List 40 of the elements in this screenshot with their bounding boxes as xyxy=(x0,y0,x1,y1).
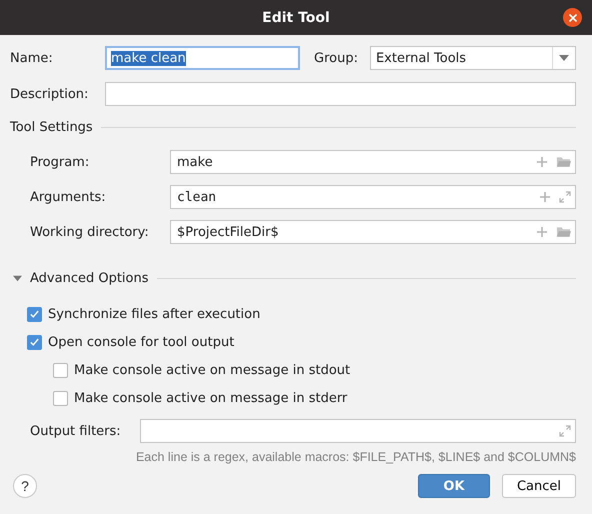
close-icon xyxy=(568,12,578,22)
expand-icon[interactable] xyxy=(559,191,571,203)
input-field[interactable]: clean xyxy=(170,185,576,209)
checkbox-option[interactable]: Synchronize files after execution xyxy=(27,306,260,322)
folder-icon[interactable] xyxy=(556,226,571,238)
input-field[interactable] xyxy=(140,419,576,443)
field-label: Name: xyxy=(10,50,54,66)
field-label: Output filters: xyxy=(30,424,122,438)
dropdown-arrow-icon xyxy=(559,55,569,61)
collapse-arrow-icon[interactable] xyxy=(13,274,22,282)
field-label: Description: xyxy=(10,86,90,102)
plus-icon[interactable] xyxy=(539,191,551,203)
field-label: Program: xyxy=(30,154,90,170)
field-label: Working directory: xyxy=(30,224,150,240)
group-dropdown[interactable]: External Tools xyxy=(370,46,576,70)
input-field[interactable]: make xyxy=(170,150,576,174)
name-field[interactable]: make clean xyxy=(105,46,300,70)
input-field[interactable]: $ProjectFileDir$ xyxy=(170,220,576,244)
checkbox[interactable] xyxy=(53,390,68,406)
checkbox-option[interactable]: Make console active on message in stdout xyxy=(53,362,350,378)
section-title: Tool Settings xyxy=(10,120,93,134)
hint-text: Each line is a regex, available macros: $FILE_PATH$, $LINE$ and $COLUMN$ xyxy=(134,450,576,464)
plus-icon[interactable] xyxy=(536,226,548,238)
checkbox[interactable] xyxy=(27,306,42,322)
description-field[interactable] xyxy=(105,82,576,106)
folder-icon[interactable] xyxy=(556,156,571,168)
close-button[interactable] xyxy=(563,8,582,27)
section-title[interactable]: Advanced Options xyxy=(30,270,149,286)
checkbox-option[interactable]: Make console active on message in stderr xyxy=(53,390,348,406)
expand-icon[interactable] xyxy=(559,425,571,437)
checkbox-option[interactable]: Open console for tool output xyxy=(27,334,234,350)
checkbox[interactable] xyxy=(27,334,42,350)
dialog-button[interactable]: OK xyxy=(418,474,490,498)
window-title: Edit Tool xyxy=(262,10,330,26)
checkbox[interactable] xyxy=(53,362,68,378)
field-label: Group: xyxy=(314,50,358,66)
dialog-button[interactable]: Cancel xyxy=(502,474,576,498)
help-button[interactable]: ? xyxy=(13,474,37,498)
field-label: Arguments: xyxy=(30,190,107,204)
plus-icon[interactable] xyxy=(536,156,548,168)
